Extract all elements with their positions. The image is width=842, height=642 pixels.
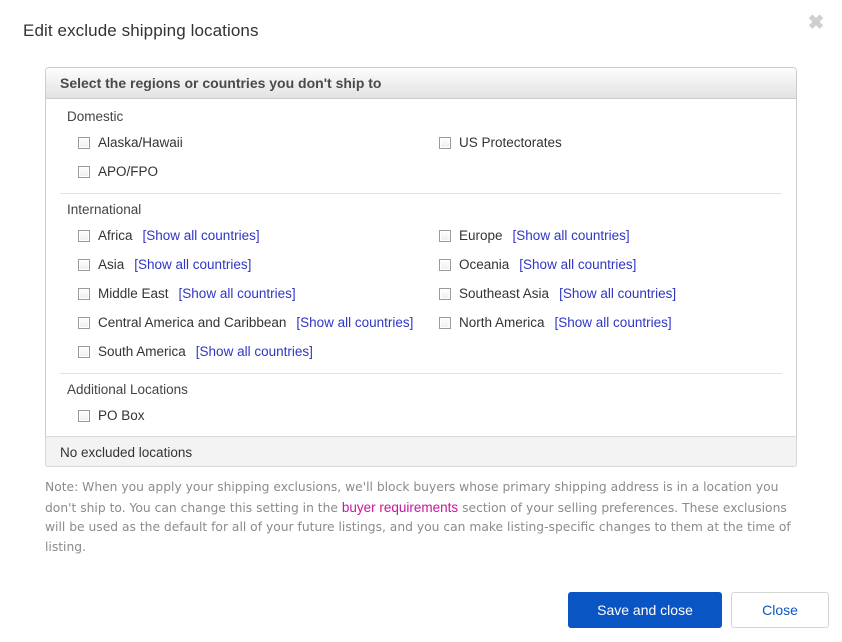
show-all-countries-link[interactable]: [Show all countries] (134, 257, 251, 272)
save-and-close-button[interactable]: Save and close (568, 592, 722, 628)
location-group: Domestic Alaska/Hawaii US Protectorates APO… (60, 109, 782, 186)
show-all-countries-link[interactable]: [Show all countries] (555, 315, 672, 330)
location-row[interactable]: Southeast Asia [Show all countries] (421, 279, 782, 308)
checkbox-icon[interactable] (78, 136, 90, 149)
checkbox-icon[interactable] (78, 287, 90, 300)
location-group: Additional Locations PO Box (60, 373, 782, 430)
checkbox-icon[interactable] (439, 258, 451, 271)
location-row[interactable]: Oceania [Show all countries] (421, 250, 782, 279)
close-button[interactable]: Close (731, 592, 829, 628)
close-icon[interactable]: ✖ (803, 10, 829, 36)
location-label: Europe (459, 228, 503, 243)
regions-panel: Select the regions or countries you don'… (45, 67, 797, 445)
buyer-requirements-link[interactable]: buyer requirements (342, 500, 458, 515)
location-row[interactable]: Middle East [Show all countries] (60, 279, 421, 308)
location-group-title: Domestic (67, 109, 124, 124)
checkbox-icon[interactable] (78, 345, 90, 358)
location-label: US Protectorates (459, 135, 562, 150)
location-row[interactable]: North America [Show all countries] (421, 308, 782, 337)
location-label: Middle East (98, 286, 169, 301)
edit-exclude-shipping-locations-dialog: Edit exclude shipping locations ✖ Select… (0, 0, 842, 642)
checkbox-icon[interactable] (78, 316, 90, 329)
checkbox-icon[interactable] (439, 136, 451, 149)
location-row[interactable]: US Protectorates (421, 128, 782, 157)
checkbox-icon[interactable] (78, 229, 90, 242)
location-row[interactable]: APO/FPO (60, 157, 421, 186)
location-label: Africa (98, 228, 133, 243)
excluded-locations-status: No excluded locations (45, 436, 797, 467)
location-group: International Africa [Show all countries] E… (60, 193, 782, 366)
location-row[interactable]: Alaska/Hawaii (60, 128, 421, 157)
note-text: Note: When you apply your shipping exclu… (45, 478, 793, 557)
location-label: Southeast Asia (459, 286, 550, 301)
location-row[interactable]: PO Box (60, 401, 421, 430)
checkbox-icon[interactable] (439, 287, 451, 300)
location-label: Oceania (459, 257, 510, 272)
show-all-countries-link[interactable]: [Show all countries] (559, 286, 676, 301)
location-row[interactable]: Asia [Show all countries] (60, 250, 421, 279)
show-all-countries-link[interactable]: [Show all countries] (296, 315, 413, 330)
checkbox-icon[interactable] (78, 165, 90, 178)
checkbox-icon[interactable] (439, 316, 451, 329)
location-group-title: Additional Locations (67, 382, 188, 397)
checkbox-icon[interactable] (78, 409, 90, 422)
checkbox-icon[interactable] (78, 258, 90, 271)
location-label: Alaska/Hawaii (98, 135, 183, 150)
location-label: Central America and Caribbean (98, 315, 287, 330)
location-label: APO/FPO (98, 164, 159, 179)
checkbox-icon[interactable] (439, 229, 451, 242)
location-rows: Africa [Show all countries] Europe [Show al… (60, 221, 782, 366)
location-group-title: International (67, 202, 142, 217)
show-all-countries-link[interactable]: [Show all countries] (519, 257, 636, 272)
show-all-countries-link[interactable]: [Show all countries] (143, 228, 260, 243)
show-all-countries-link[interactable]: [Show all countries] (179, 286, 296, 301)
location-row[interactable]: South America [Show all countries] (60, 337, 421, 366)
location-label: North America (459, 315, 545, 330)
location-row[interactable]: Central America and Caribbean [Show all c… (60, 308, 421, 337)
location-label: Asia (98, 257, 125, 272)
location-row[interactable]: Africa [Show all countries] (60, 221, 421, 250)
show-all-countries-link[interactable]: [Show all countries] (513, 228, 630, 243)
show-all-countries-link[interactable]: [Show all countries] (196, 344, 313, 359)
location-label: South America (98, 344, 186, 359)
location-rows: Alaska/Hawaii US Protectorates APO/FPO (60, 128, 782, 186)
page-title: Edit exclude shipping locations (23, 21, 259, 40)
location-label: PO Box (98, 408, 145, 423)
panel-header: Select the regions or countries you don'… (46, 68, 796, 99)
panel-body: Domestic Alaska/Hawaii US Protectorates APO… (46, 99, 796, 444)
location-row[interactable]: Europe [Show all countries] (421, 221, 782, 250)
location-rows: PO Box (60, 401, 782, 430)
